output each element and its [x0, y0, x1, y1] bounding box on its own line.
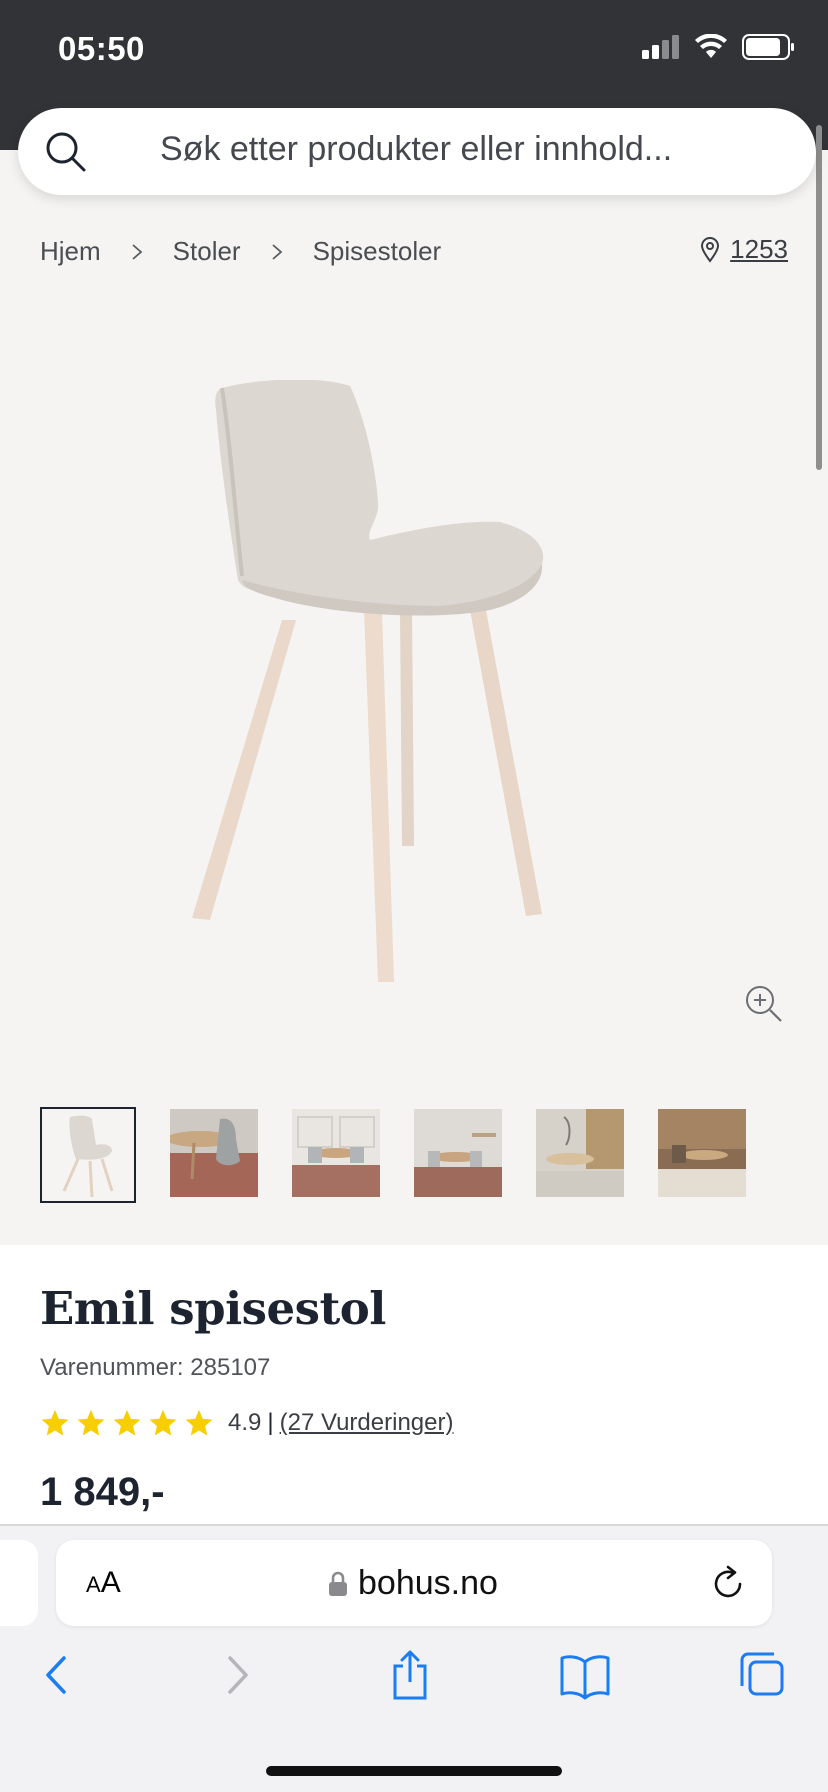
browser-toolbar [0, 1648, 828, 1708]
product-price: 1 849,- [40, 1470, 165, 1514]
search-input[interactable]: Søk etter produkter eller innhold... [160, 130, 672, 169]
rating-separator: | [267, 1409, 274, 1436]
home-indicator [266, 1766, 562, 1776]
star-icon [185, 1409, 213, 1436]
bookmarks-icon[interactable] [558, 1648, 612, 1702]
system-icons [642, 34, 796, 60]
address-bar[interactable]: AAAA bohus.no [56, 1540, 772, 1626]
previous-tab-preview[interactable] [0, 1540, 38, 1626]
reviews-link[interactable]: (27 Vurderinger) [280, 1409, 454, 1437]
product-image[interactable] [170, 380, 650, 1000]
star-icon [41, 1409, 69, 1436]
product-sku: Varenummer: 285107 [40, 1354, 271, 1381]
zoom-in-icon[interactable] [744, 984, 784, 1024]
breadcrumb-home[interactable]: Hjem [40, 236, 101, 267]
thumbnail-2[interactable] [170, 1109, 258, 1197]
browser-chrome: AAAA bohus.no [0, 1526, 828, 1792]
breadcrumb-spisestoler[interactable]: Spisestoler [313, 236, 442, 267]
back-icon[interactable] [30, 1648, 84, 1702]
store-number[interactable]: 1253 [730, 234, 788, 265]
chevron-right-icon [272, 243, 282, 260]
battery-icon [742, 34, 794, 60]
star-icon [149, 1409, 177, 1436]
thumbnail-strip [40, 1107, 746, 1203]
product-title: Emil spisestol [40, 1282, 386, 1335]
url-text: bohus.no [358, 1564, 498, 1602]
lock-icon [329, 1571, 347, 1596]
search-icon [46, 132, 86, 172]
forward-icon[interactable] [210, 1648, 264, 1702]
rating-value: 4.9 [228, 1409, 262, 1436]
rating-stars [40, 1408, 214, 1438]
star-icon [113, 1409, 141, 1436]
chevron-right-icon [132, 243, 143, 260]
wifi-icon [695, 34, 727, 58]
tabs-icon[interactable] [734, 1648, 788, 1702]
thumbnail-5[interactable] [536, 1109, 624, 1197]
reload-icon[interactable] [710, 1564, 746, 1602]
thumbnail-1[interactable] [40, 1107, 136, 1203]
store-selector[interactable]: 1253 [700, 234, 788, 265]
share-icon[interactable] [383, 1648, 437, 1702]
signal-icon [642, 35, 679, 59]
breadcrumb-stoler[interactable]: Stoler [173, 236, 241, 267]
scroll-indicator [816, 125, 822, 470]
status-time: 05:50 [58, 30, 145, 67]
star-icon [77, 1409, 105, 1436]
text-size-button[interactable]: AAAA [86, 1566, 121, 1600]
thumbnail-4[interactable] [414, 1109, 502, 1197]
location-pin-icon [701, 236, 720, 263]
search-bar[interactable]: Søk etter produkter eller innhold... [18, 108, 816, 195]
product-rating: 4.9 | (27 Vurderinger) [40, 1408, 453, 1438]
breadcrumb: Hjem Stoler Spisestoler [40, 236, 441, 267]
url-display[interactable]: bohus.no [328, 1564, 498, 1603]
thumbnail-6[interactable] [658, 1109, 746, 1197]
thumbnail-3[interactable] [292, 1109, 380, 1197]
